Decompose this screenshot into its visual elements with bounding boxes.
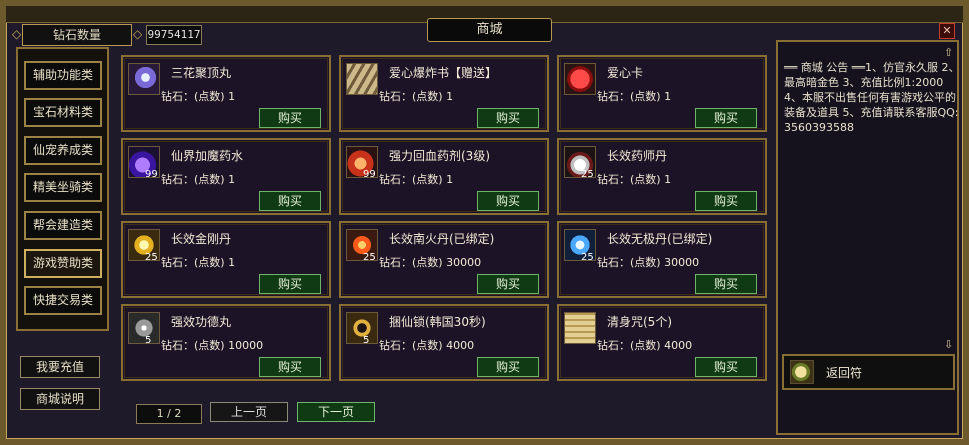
prev-page-button[interactable]: 上一页 — [210, 402, 288, 422]
buy-button[interactable]: 购买 — [695, 357, 757, 377]
recall-label: 返回符 — [826, 366, 863, 380]
item-card: 5 捆仙锁(韩国30秒) 钻石：(点数) 4000 购买 — [339, 304, 549, 381]
item-card: 5 强效功德丸 钻石：(点数) 10000 购买 — [121, 304, 331, 381]
buy-button[interactable]: 购买 — [477, 357, 539, 377]
category-guild-building[interactable]: 帮会建造类 — [24, 211, 102, 240]
ring-icon — [346, 312, 378, 344]
item-name: 长效南火丹(已绑定) — [389, 232, 495, 246]
item-price: 钻石：(点数) 1 — [161, 90, 236, 103]
recharge-button[interactable]: 我要充值 — [20, 356, 100, 378]
item-price: 钻石：(点数) 1 — [379, 90, 454, 103]
category-auxiliary[interactable]: 辅助功能类 — [24, 61, 102, 90]
buy-button[interactable]: 购买 — [259, 274, 321, 294]
window-title: 商城 — [427, 18, 552, 42]
pill-icon — [128, 312, 160, 344]
recall-scroll-icon — [790, 360, 814, 384]
recall-item[interactable]: 返回符 — [782, 354, 955, 390]
item-name: 强力回血药剂(3级) — [389, 149, 490, 163]
pill-icon — [128, 63, 160, 95]
item-name: 长效金刚丹 — [171, 232, 232, 246]
item-card: 爱心卡 钻石：(点数) 1 购买 — [557, 55, 767, 132]
stack-count: 25 — [581, 169, 594, 180]
heart-icon — [564, 63, 596, 95]
stack-count: 25 — [145, 252, 158, 263]
item-card: 三花聚顶丸 钻石：(点数) 1 购买 — [121, 55, 331, 132]
arrow-right-icon: ◇ — [133, 27, 143, 41]
item-name: 强效功德丸 — [171, 315, 232, 329]
close-button[interactable]: ✕ — [939, 23, 955, 39]
item-name: 长效无极丹(已绑定) — [607, 232, 713, 246]
next-page-button[interactable]: 下一页 — [297, 402, 375, 422]
item-price: 钻石：(点数) 4000 — [597, 339, 693, 352]
item-card: 25 长效金刚丹 钻石：(点数) 1 购买 — [121, 221, 331, 298]
item-price: 钻石：(点数) 1 — [379, 173, 454, 186]
scroll-down-icon[interactable]: ⇩ — [944, 338, 953, 351]
arrow-left-icon: ◇ — [12, 27, 22, 41]
item-card: 25 长效南火丹(已绑定) 钻石：(点数) 30000 购买 — [339, 221, 549, 298]
item-card: 25 长效药师丹 钻石：(点数) 1 购买 — [557, 138, 767, 215]
stack-count: 25 — [363, 252, 376, 263]
stack-count: 99 — [363, 169, 376, 180]
item-name: 长效药师丹 — [607, 149, 668, 163]
item-price: 钻石：(点数) 1 — [161, 256, 236, 269]
item-grid: 三花聚顶丸 钻石：(点数) 1 购买 爱心爆炸书【赠送】 钻石：(点数) 1 购… — [113, 45, 773, 435]
item-name: 仙界加魔药水 — [171, 149, 244, 163]
page-indicator: 1 / 2 — [136, 404, 202, 424]
item-card: 爱心爆炸书【赠送】 钻石：(点数) 1 购买 — [339, 55, 549, 132]
category-mounts[interactable]: 精美坐骑类 — [24, 173, 102, 202]
shop-notice: ══ 商城 公告 ══1、仿官永久服 2、最高暗金色 3、充值比例1:2000 … — [784, 61, 960, 134]
buy-button[interactable]: 购买 — [695, 191, 757, 211]
category-gem-materials[interactable]: 宝石材料类 — [24, 98, 102, 127]
buy-button[interactable]: 购买 — [259, 191, 321, 211]
item-name: 捆仙锁(韩国30秒) — [389, 315, 486, 329]
category-quick-trade[interactable]: 快捷交易类 — [24, 286, 102, 315]
buy-button[interactable]: 购买 — [477, 274, 539, 294]
item-name: 三花聚顶丸 — [171, 66, 232, 80]
category-panel: 辅助功能类 宝石材料类 仙宠养成类 精美坐骑类 帮会建造类 游戏赞助类 快捷交易… — [16, 47, 109, 331]
item-price: 钻石：(点数) 1 — [161, 173, 236, 186]
item-card: 99 仙界加魔药水 钻石：(点数) 1 购买 — [121, 138, 331, 215]
item-price: 钻石：(点数) 1 — [597, 90, 672, 103]
buy-button[interactable]: 购买 — [259, 108, 321, 128]
scroll-icon — [564, 312, 596, 344]
item-card: 25 长效无极丹(已绑定) 钻石：(点数) 30000 购买 — [557, 221, 767, 298]
buy-button[interactable]: 购买 — [695, 274, 757, 294]
item-price: 钻石：(点数) 1 — [597, 173, 672, 186]
item-price: 钻石：(点数) 4000 — [379, 339, 475, 352]
scroll-up-icon[interactable]: ⇧ — [944, 46, 953, 59]
buy-button[interactable]: 购买 — [477, 191, 539, 211]
diamond-count-value: 99754117 — [146, 25, 202, 45]
stack-count: 99 — [145, 169, 158, 180]
stack-count: 25 — [581, 252, 594, 263]
stack-count: 5 — [145, 335, 152, 346]
diamond-count-label: 钻石数量 — [22, 24, 132, 46]
item-name: 清身咒(5个) — [607, 315, 672, 329]
item-name: 爱心爆炸书【赠送】 — [389, 66, 498, 80]
stack-count: 5 — [363, 335, 370, 346]
category-pet-training[interactable]: 仙宠养成类 — [24, 136, 102, 165]
item-price: 钻石：(点数) 30000 — [597, 256, 700, 269]
item-name: 爱心卡 — [607, 66, 644, 80]
item-card: 清身咒(5个) 钻石：(点数) 4000 购买 — [557, 304, 767, 381]
scroll-icon — [346, 63, 378, 95]
shop-help-button[interactable]: 商城说明 — [20, 388, 100, 410]
item-price: 钻石：(点数) 10000 — [161, 339, 264, 352]
buy-button[interactable]: 购买 — [695, 108, 757, 128]
item-card: 99 强力回血药剂(3级) 钻石：(点数) 1 购买 — [339, 138, 549, 215]
buy-button[interactable]: 购买 — [477, 108, 539, 128]
buy-button[interactable]: 购买 — [259, 357, 321, 377]
item-price: 钻石：(点数) 30000 — [379, 256, 482, 269]
category-game-sponsor[interactable]: 游戏赞助类 — [24, 249, 102, 278]
